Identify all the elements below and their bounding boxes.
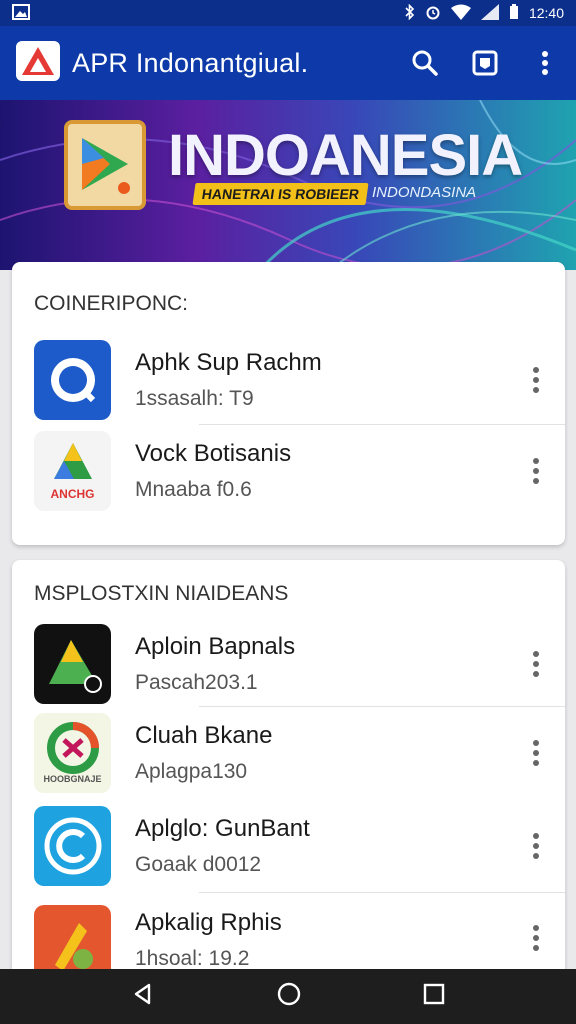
signal-icon xyxy=(480,3,499,23)
alarm-icon xyxy=(425,4,441,23)
bluetooth-icon xyxy=(405,3,415,23)
battery-icon xyxy=(509,3,519,23)
search-icon[interactable] xyxy=(410,48,440,78)
app-icon xyxy=(34,806,111,886)
item-title: Aphk Sup Rachm xyxy=(135,348,322,376)
list-item[interactable]: Aphk Sup Rachm 1ssasalh: T9 xyxy=(12,334,565,425)
app-icon: ANCHG xyxy=(34,430,111,511)
section-card: COINERIPONC: Aphk Sup Rachm 1ssasalh: T9… xyxy=(12,262,565,545)
item-title: Cluah Bkane xyxy=(135,722,273,749)
section-header: MSPLOSTXIN NIAIDEANS xyxy=(34,582,289,605)
gallery-icon xyxy=(12,3,30,23)
recents-icon[interactable] xyxy=(423,983,445,1010)
more-options-icon[interactable] xyxy=(527,923,545,953)
item-subtitle: Mnaaba f0.6 xyxy=(135,477,252,501)
more-options-icon[interactable] xyxy=(527,365,545,395)
item-title: Aplglo: GunBant xyxy=(135,815,310,842)
list-item[interactable]: HOOBGNAJE Cluah Bkane Aplagpa130 xyxy=(12,707,565,799)
app-icon-label: ANCHG xyxy=(50,486,95,501)
overflow-menu-icon[interactable] xyxy=(530,48,560,78)
app-title: APR Indonantgiual. xyxy=(72,47,309,78)
app-icon-label: HOOBGNAJE xyxy=(43,774,102,784)
more-options-icon[interactable] xyxy=(527,738,545,768)
section-header: COINERIPONC: xyxy=(34,292,189,315)
item-title: Vock Botisanis xyxy=(135,439,292,467)
app-bar: APR Indonantgiual. xyxy=(0,26,576,100)
more-options-icon[interactable] xyxy=(527,456,545,486)
app-icon: HOOBGNAJE xyxy=(34,713,111,793)
wifi-icon xyxy=(450,4,471,23)
more-options-icon[interactable] xyxy=(527,831,545,861)
list-item[interactable]: Aplglo: GunBant Goaak d0012 xyxy=(12,799,565,893)
banner-subtitle: INDONDASINA xyxy=(372,184,477,201)
status-bar: 12:40 xyxy=(0,0,576,26)
item-subtitle: Pascah203.1 xyxy=(135,670,258,694)
app-icon xyxy=(34,623,111,704)
item-subtitle: 1ssasalh: T9 xyxy=(135,386,254,410)
status-time: 12:40 xyxy=(528,5,564,21)
more-options-icon[interactable] xyxy=(527,649,545,679)
home-icon[interactable] xyxy=(276,981,302,1012)
promo-banner[interactable]: INDOANESIA HANETRAI IS ROBIEER INDONDASI… xyxy=(0,100,576,270)
list-item[interactable]: Aploin Bapnals Pascah203.1 xyxy=(12,620,565,707)
banner-play-logo-icon xyxy=(64,120,146,210)
back-icon[interactable] xyxy=(131,982,155,1011)
app-logo-icon xyxy=(16,40,60,86)
item-title: Apkalig Rphis xyxy=(135,909,282,936)
banner-ribbon: HANETRAI IS ROBIEER xyxy=(192,183,369,205)
item-subtitle: Aplagpa130 xyxy=(135,760,248,783)
app-icon xyxy=(34,339,111,420)
list-item[interactable]: ANCHG Vock Botisanis Mnaaba f0.6 xyxy=(12,425,565,516)
item-subtitle: 1hsoal: 19.2 xyxy=(135,947,250,970)
item-title: Aploin Bapnals xyxy=(135,632,296,660)
section-card: MSPLOSTXIN NIAIDEANS Aploin Bapnals Pasc… xyxy=(12,560,565,985)
system-nav-bar xyxy=(0,969,576,1024)
banner-headline: INDOANESIA xyxy=(168,123,523,188)
bookmark-icon[interactable] xyxy=(470,48,500,78)
item-subtitle: Goaak d0012 xyxy=(135,853,262,876)
